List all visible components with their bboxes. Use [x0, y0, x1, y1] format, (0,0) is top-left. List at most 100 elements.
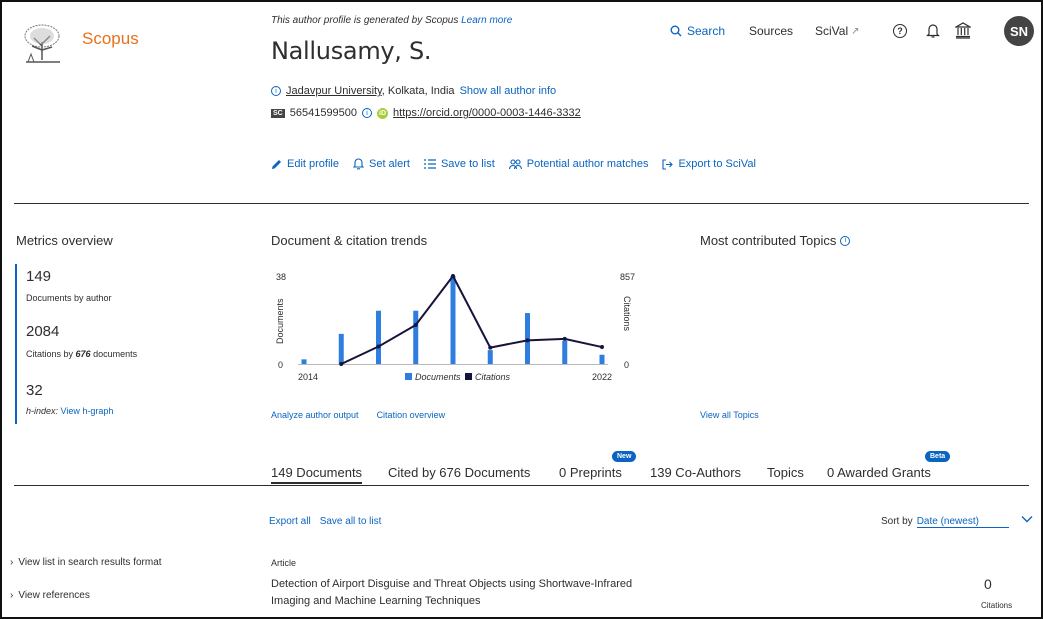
metrics-overview-title: Metrics overview	[16, 233, 113, 248]
export-all-link[interactable]: Export all	[269, 516, 311, 527]
bell-icon[interactable]	[926, 23, 940, 39]
view-references-label: View references	[18, 590, 90, 601]
analyze-author-output-link[interactable]: Analyze author output	[271, 410, 359, 420]
external-link-icon: ↗	[851, 25, 860, 37]
documents-label: Documents by author	[26, 293, 112, 303]
nav-scival[interactable]: SciVal ↗	[815, 24, 860, 38]
elsevier-logo[interactable]	[20, 20, 66, 66]
user-avatar[interactable]: SN	[1004, 16, 1034, 46]
scopus-id-icon: SC	[271, 108, 285, 118]
edit-profile-button[interactable]: Edit profile	[271, 158, 339, 170]
documents-bar	[562, 340, 568, 364]
info-icon[interactable]: i	[840, 235, 851, 246]
documents-bar	[450, 276, 456, 364]
citations-point	[376, 344, 381, 349]
set-alert-label: Set alert	[368, 158, 410, 170]
document-citations-label: Citations	[981, 601, 1013, 610]
citations-point	[451, 274, 455, 278]
h-index-text: h-index:	[26, 406, 59, 416]
legend-documents-label: Documents	[415, 372, 461, 382]
documents-bar	[487, 350, 493, 364]
x-axis-end-label: 2022	[592, 372, 612, 382]
author-name: Nallusamy, S.	[271, 37, 432, 65]
help-icon[interactable]: ?	[893, 24, 907, 38]
left-axis-min-label: 0	[278, 360, 283, 370]
citations-point	[488, 345, 493, 350]
scopus-id-info-icon[interactable]: i	[362, 108, 373, 118]
tab-awarded-grants[interactable]: 0 Awarded Grants	[827, 465, 931, 480]
brand-name[interactable]: Scopus	[82, 29, 139, 49]
people-icon	[508, 158, 522, 169]
legend-citations-swatch	[465, 373, 472, 380]
chevron-down-icon[interactable]	[1021, 515, 1033, 523]
chart-links: Analyze author output Citation overview	[271, 410, 445, 420]
nav-search[interactable]: Search	[670, 24, 725, 38]
new-badge: New	[612, 451, 637, 462]
tab-co-authors[interactable]: 139 Co-Authors	[650, 465, 741, 480]
x-axis-start-label: 2014	[298, 372, 318, 382]
most-contributed-topics-title: Most contributed Topics i	[700, 233, 851, 248]
author-actions: Edit profile Set alert Save to list Pote…	[271, 158, 756, 170]
info-icon[interactable]: i	[271, 86, 281, 96]
legend-citations-label: Citations	[475, 372, 511, 382]
view-h-graph-link[interactable]: View h-graph	[61, 406, 114, 416]
institution-icon[interactable]	[955, 22, 971, 39]
affiliation-link[interactable]: Jadavpur University	[286, 85, 382, 97]
document-citation-trends-title: Document & citation trends	[271, 233, 428, 248]
scopus-id: 56541599500	[289, 107, 358, 119]
documents-count: 149	[26, 268, 52, 285]
export-icon	[662, 158, 674, 170]
section-divider	[14, 203, 1029, 204]
tab-documents[interactable]: 149 Documents	[271, 465, 363, 484]
view-all-topics-link[interactable]: View all Topics	[700, 410, 759, 420]
tabs-divider	[14, 485, 1029, 486]
citations-point	[525, 338, 530, 343]
citations-point	[600, 345, 604, 350]
right-axis-min-label: 0	[624, 360, 629, 370]
save-to-list-button[interactable]: Save to list	[423, 158, 495, 170]
citations-label-prefix: Citations by	[26, 349, 76, 359]
citation-overview-link[interactable]: Citation overview	[377, 410, 446, 420]
citations-documents-count: 676	[75, 349, 91, 359]
save-all-to-list-link[interactable]: Save all to list	[320, 516, 382, 527]
tab-preprints[interactable]: 0 Preprints	[559, 465, 622, 480]
document-title[interactable]: Detection of Airport Disguise and Threat…	[271, 576, 661, 610]
save-to-list-label: Save to list	[440, 158, 495, 170]
chevron-right-icon: ›	[10, 557, 14, 568]
potential-author-matches-button[interactable]: Potential author matches	[508, 158, 648, 170]
view-search-results-format-link[interactable]: › View list in search results format	[10, 557, 162, 568]
affiliation-row: i Jadavpur University, Kolkata, India Sh…	[271, 85, 556, 97]
sort-select[interactable]: Date (newest)	[916, 516, 1009, 528]
tab-topics[interactable]: Topics	[767, 465, 804, 480]
chevron-right-icon: ›	[10, 590, 14, 601]
view-references-link[interactable]: › View references	[10, 590, 90, 601]
left-axis-max-label: 38	[276, 272, 286, 282]
citations-count: 2084	[26, 323, 60, 340]
identifier-row: SC 56541599500 i iD https://orcid.org/00…	[271, 107, 581, 119]
h-index-value: 32	[26, 382, 43, 399]
orcid-link[interactable]: https://orcid.org/0000-0003-1446-3332	[393, 107, 581, 119]
list-actions: Export all Save all to list	[269, 516, 381, 527]
left-axis-title: Documents	[275, 298, 285, 344]
list-icon	[423, 159, 436, 169]
orcid-icon: iD	[377, 107, 389, 119]
show-all-author-info-link[interactable]: Show all author info	[460, 85, 557, 97]
learn-more-link[interactable]: Learn more	[461, 15, 512, 26]
right-axis-title: Citations	[622, 296, 632, 332]
documents-bar	[599, 354, 605, 364]
nav-sources[interactable]: Sources	[749, 24, 793, 38]
document-citations-count: 0	[984, 576, 992, 592]
nav-scival-label: SciVal	[815, 24, 849, 38]
tab-cited-by[interactable]: Cited by 676 Documents	[388, 465, 530, 480]
sort-control: Sort by Date (newest)	[881, 516, 1009, 528]
metrics-accent-bar	[15, 264, 17, 424]
citations-label-suffix: documents	[90, 349, 138, 359]
documents-bar	[338, 333, 344, 364]
h-index-label: h-index: View h-graph	[26, 406, 113, 416]
documents-bar	[376, 310, 381, 364]
nav-search-label: Search	[687, 24, 726, 38]
right-axis-max-label: 857	[620, 272, 635, 282]
set-alert-button[interactable]: Set alert	[352, 158, 410, 170]
export-to-scival-button[interactable]: Export to SciVal	[662, 158, 756, 170]
citations-point	[413, 322, 418, 327]
